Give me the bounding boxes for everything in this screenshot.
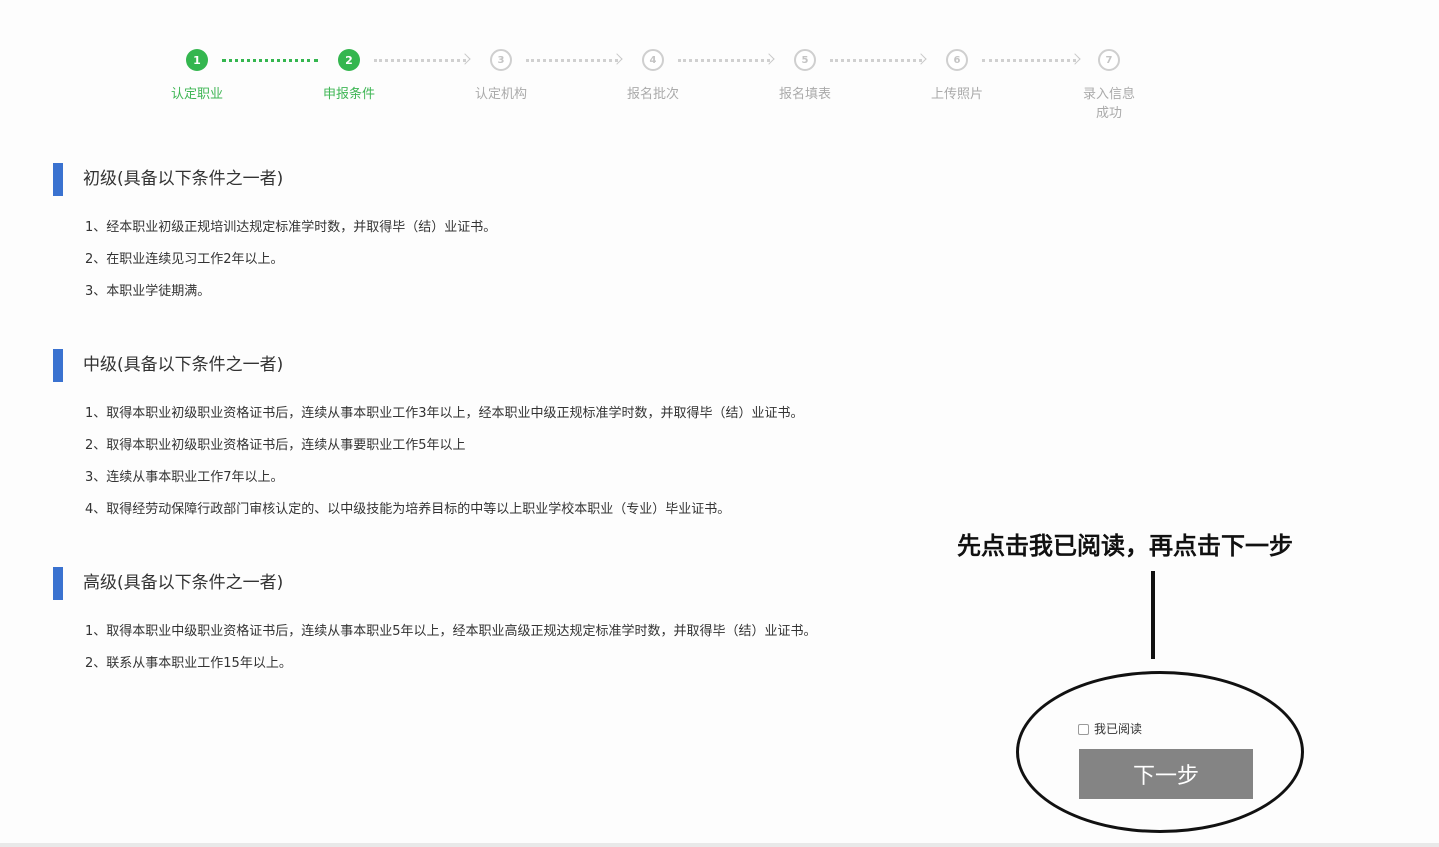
step-label: 认定职业 — [170, 87, 223, 102]
step-7: 7 录入信息 成功 — [1049, 48, 1169, 123]
condition-item: 2、取得本职业初级职业资格证书后，连续从事要职业工作5年以上 — [85, 438, 466, 453]
step-label: 上传照片 — [930, 87, 983, 102]
section-title: 初级(具备以下条件之一者) — [83, 169, 284, 189]
section-accent-bar — [53, 567, 63, 600]
annotation-pointer-line — [1151, 571, 1155, 659]
step-label: 报名填表 — [778, 87, 831, 102]
step-2: 2 申报条件 — [289, 48, 409, 104]
condition-list: 1、取得本职业中级职业资格证书后，连续从事本职业5年以上，经本职业高级正规达规定… — [85, 622, 817, 686]
step-1: 1 认定职业 — [137, 48, 257, 104]
read-agreement-label[interactable]: 我已阅读 — [1094, 721, 1142, 737]
step-5: 5 报名填表 — [745, 48, 865, 104]
page: 1 认定职业 2 申报条件 3 认定机构 4 报名批次 5 报名填表 6 上传照… — [0, 0, 1439, 847]
step-6: 6 上传照片 — [897, 48, 1017, 104]
step-number-badge: 2 — [338, 49, 360, 71]
condition-item: 1、经本职业初级正规培训达规定标准学时数，并取得毕（结）业证书。 — [85, 220, 497, 235]
step-number-badge: 3 — [490, 49, 512, 71]
step-3: 3 认定机构 — [441, 48, 561, 104]
step-label: 申报条件 — [322, 87, 375, 102]
step-number-badge: 4 — [642, 49, 664, 71]
footer-divider — [0, 843, 1439, 847]
condition-item: 4、取得经劳动保障行政部门审核认定的、以中级技能为培养目标的中等以上职业学校本职… — [85, 502, 731, 517]
section-accent-bar — [53, 349, 63, 382]
read-agreement[interactable]: 我已阅读 — [1078, 721, 1142, 737]
progress-stepper: 1 认定职业 2 申报条件 3 认定机构 4 报名批次 5 报名填表 6 上传照… — [0, 48, 1439, 128]
step-number-badge: 1 — [186, 49, 208, 71]
section-accent-bar — [53, 163, 63, 196]
read-agreement-checkbox[interactable] — [1078, 723, 1089, 735]
condition-item: 3、连续从事本职业工作7年以上。 — [85, 470, 284, 485]
condition-item: 2、联系从事本职业工作15年以上。 — [85, 656, 292, 671]
section-title: 中级(具备以下条件之一者) — [83, 355, 284, 375]
condition-item: 1、取得本职业中级职业资格证书后，连续从事本职业5年以上，经本职业高级正规达规定… — [85, 624, 817, 639]
section-title: 高级(具备以下条件之一者) — [83, 573, 284, 593]
condition-item: 2、在职业连续见习工作2年以上。 — [85, 252, 284, 267]
step-number-badge: 5 — [794, 49, 816, 71]
condition-list: 1、经本职业初级正规培训达规定标准学时数，并取得毕（结）业证书。 2、在职业连续… — [85, 218, 496, 314]
step-label: 录入信息 成功 — [1082, 87, 1135, 121]
step-label: 报名批次 — [626, 87, 679, 102]
next-step-button[interactable]: 下一步 — [1079, 749, 1253, 799]
condition-list: 1、取得本职业初级职业资格证书后，连续从事本职业工作3年以上，经本职业中级正规标… — [85, 404, 804, 532]
annotation-instruction: 先点击我已阅读，再点击下一步 — [957, 531, 1293, 560]
step-number-badge: 7 — [1098, 49, 1120, 71]
step-4: 4 报名批次 — [593, 48, 713, 104]
condition-item: 3、本职业学徒期满。 — [85, 284, 211, 299]
step-label: 认定机构 — [474, 87, 527, 102]
condition-item: 1、取得本职业初级职业资格证书后，连续从事本职业工作3年以上，经本职业中级正规标… — [85, 406, 804, 421]
step-number-badge: 6 — [946, 49, 968, 71]
